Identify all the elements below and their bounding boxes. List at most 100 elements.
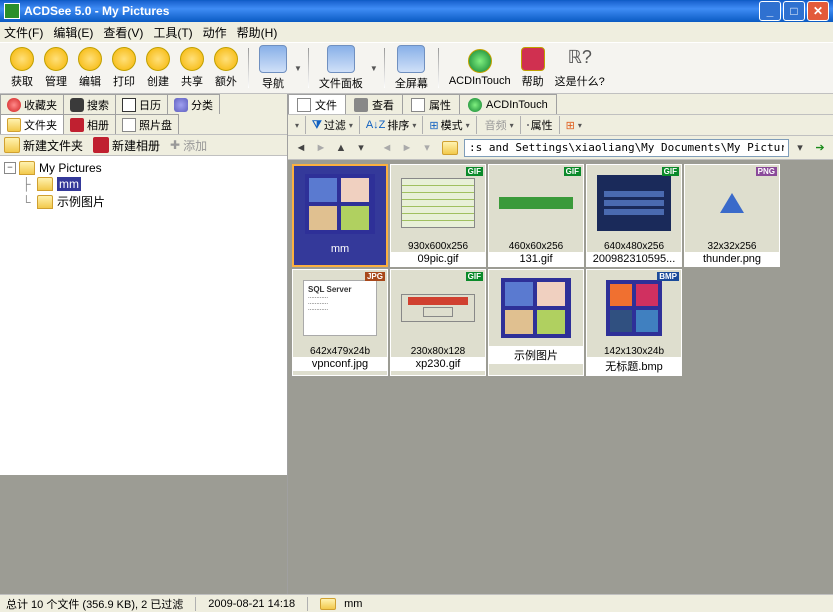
path-input[interactable] [464, 139, 789, 157]
calendar-icon [122, 98, 136, 112]
main-toolbar: 获取 管理 编辑 打印 创建 共享 额外 导航▼ 文件面板▼ 全屏幕 ACDIn… [0, 42, 833, 94]
expand-icon[interactable]: − [4, 162, 16, 174]
tb-create[interactable]: 创建 [142, 45, 174, 91]
tb-acdintouch[interactable]: ACDInTouch [445, 47, 515, 89]
close-button[interactable]: ✕ [807, 1, 829, 21]
nav-back2: ◄ [378, 139, 396, 157]
tab-calendar[interactable]: 日历 [115, 94, 168, 114]
album-icon [70, 118, 84, 132]
tab-favorites[interactable]: 收藏夹 [0, 94, 64, 114]
tb-navigate[interactable]: 导航 [255, 43, 291, 93]
thumb-09pic.gif[interactable]: GIF930x600x25609pic.gif [390, 164, 486, 267]
thumb-131.gif[interactable]: GIF460x60x256131.gif [488, 164, 584, 267]
status-selected: mm [344, 598, 362, 610]
btn-add: ✚ 添加 [170, 137, 207, 154]
menu-tools[interactable]: 工具(T) [153, 24, 192, 41]
menu-bar: 文件(F) 编辑(E) 查看(V) 工具(T) 动作 帮助(H) [0, 22, 833, 42]
nav-fwd: ► [312, 139, 330, 157]
tb-whatsthis[interactable]: ℝ?这是什么? [551, 45, 609, 91]
thumbnails-area[interactable]: mmGIF930x600x25609pic.gifGIF460x60x25613… [288, 160, 833, 594]
status-summary: 总计 10 个文件 (356.9 KB), 2 已过滤 [6, 596, 183, 612]
heart-icon [7, 98, 21, 112]
file-icon [297, 98, 311, 112]
thumb-示例图片[interactable]: 示例图片 [488, 269, 584, 376]
folder-icon [7, 118, 21, 132]
thumb-mm[interactable]: mm [292, 164, 388, 267]
tb-filepanel[interactable]: 文件面板 [315, 43, 367, 93]
window-title: ACDSee 5.0 - My Pictures [24, 4, 759, 18]
strip-filter[interactable]: ⧩过滤▾ [312, 117, 353, 133]
right-pane: 文件 查看 属性 ACDInTouch ▾ ⧩过滤▾ A↓Z排序▾ ⊞模式▾ 音… [288, 94, 833, 594]
tree-root[interactable]: − My Pictures [4, 160, 283, 176]
tb-edit[interactable]: 编辑 [74, 45, 106, 91]
tab-file[interactable]: 文件 [288, 94, 346, 114]
menu-view[interactable]: 查看(V) [103, 24, 143, 41]
strip-more[interactable]: ⊞▾ [566, 119, 582, 132]
tree-item-mm[interactable]: ├ mm [4, 176, 283, 192]
thumb-vpnconf.jpg[interactable]: SQL Server..............................… [292, 269, 388, 376]
tb-manage[interactable]: 管理 [40, 45, 72, 91]
nav-back[interactable]: ◄ [292, 139, 310, 157]
app-icon [4, 3, 20, 19]
tb-print[interactable]: 打印 [108, 45, 140, 91]
status-time: 2009-08-21 14:18 [208, 598, 295, 610]
thumb-thunder.png[interactable]: PNG32x32x256thunder.png [684, 164, 780, 267]
binoculars-icon [70, 98, 84, 112]
tree-label: mm [57, 177, 81, 191]
strip-props[interactable]: 属性 [527, 117, 553, 133]
tab-search[interactable]: 搜索 [63, 94, 116, 114]
folder-icon [37, 195, 53, 209]
new-folder-icon [4, 137, 20, 153]
nav-up[interactable]: ▲ [332, 139, 350, 157]
tb-fullscreen[interactable]: 全屏幕 [391, 43, 432, 93]
nav-fwd2: ► [398, 139, 416, 157]
tb-help[interactable]: 帮助 [517, 45, 549, 91]
nav-row: ◄ ► ▲ ▾ ◄ ► ▾ ▾ ➔ [288, 136, 833, 160]
props-icon [527, 124, 529, 126]
disc-icon [122, 118, 136, 132]
category-icon [174, 98, 188, 112]
tab-props[interactable]: 属性 [402, 94, 460, 114]
strip-audio: 音频▾ [483, 117, 514, 133]
folder-icon [37, 177, 53, 191]
btn-new-album[interactable]: 新建相册 [93, 137, 160, 154]
title-bar: ACDSee 5.0 - My Pictures _ □ ✕ [0, 0, 833, 22]
tab-view[interactable]: 查看 [345, 94, 403, 114]
left-empty-area [0, 475, 287, 594]
menu-edit[interactable]: 编辑(E) [53, 24, 93, 41]
folder-icon [442, 141, 458, 155]
globe-icon [468, 98, 482, 112]
folder-tree[interactable]: − My Pictures ├ mm └ 示例图片 [0, 156, 287, 475]
tb-share[interactable]: 共享 [176, 45, 208, 91]
tab-photodisc[interactable]: 照片盘 [115, 114, 179, 134]
tree-label: My Pictures [39, 161, 102, 175]
tab-album[interactable]: 相册 [63, 114, 116, 134]
maximize-button[interactable]: □ [783, 1, 805, 21]
path-dropdown[interactable]: ▾ [791, 139, 809, 157]
path-go[interactable]: ➔ [811, 139, 829, 157]
thumb-200982310595...[interactable]: GIF640x480x256200982310595... [586, 164, 682, 267]
strip-sort[interactable]: A↓Z排序▾ [366, 117, 417, 133]
strip-camera[interactable]: ▾ [292, 121, 299, 130]
view-icon [354, 98, 368, 112]
menu-file[interactable]: 文件(F) [4, 24, 43, 41]
btn-new-folder[interactable]: 新建文件夹 [4, 137, 83, 154]
minimize-button[interactable]: _ [759, 1, 781, 21]
left-pane: 收藏夹 搜索 日历 分类 文件夹 相册 照片盘 新建文件夹 新建相册 ✚ 添加 … [0, 94, 288, 594]
thumb-xp230.gif[interactable]: GIF230x80x128xp230.gif [390, 269, 486, 376]
nav-hist2: ▾ [418, 139, 436, 157]
menu-actions[interactable]: 动作 [203, 24, 227, 41]
nav-hist[interactable]: ▾ [352, 139, 370, 157]
menu-help[interactable]: 帮助(H) [237, 24, 278, 41]
tab-folders[interactable]: 文件夹 [0, 114, 64, 134]
tree-item-sample[interactable]: └ 示例图片 [4, 192, 283, 211]
new-album-icon [93, 137, 109, 153]
strip-mode[interactable]: ⊞模式▾ [429, 117, 469, 133]
thumb-无标题.bmp[interactable]: BMP142x130x24b无标题.bmp [586, 269, 682, 376]
tab-acdintouch[interactable]: ACDInTouch [459, 94, 557, 114]
tb-acquire[interactable]: 获取 [6, 45, 38, 91]
tb-extra[interactable]: 额外 [210, 45, 242, 91]
tab-category[interactable]: 分类 [167, 94, 220, 114]
folder-icon [320, 598, 336, 610]
status-bar: 总计 10 个文件 (356.9 KB), 2 已过滤 2009-08-21 1… [0, 594, 833, 612]
